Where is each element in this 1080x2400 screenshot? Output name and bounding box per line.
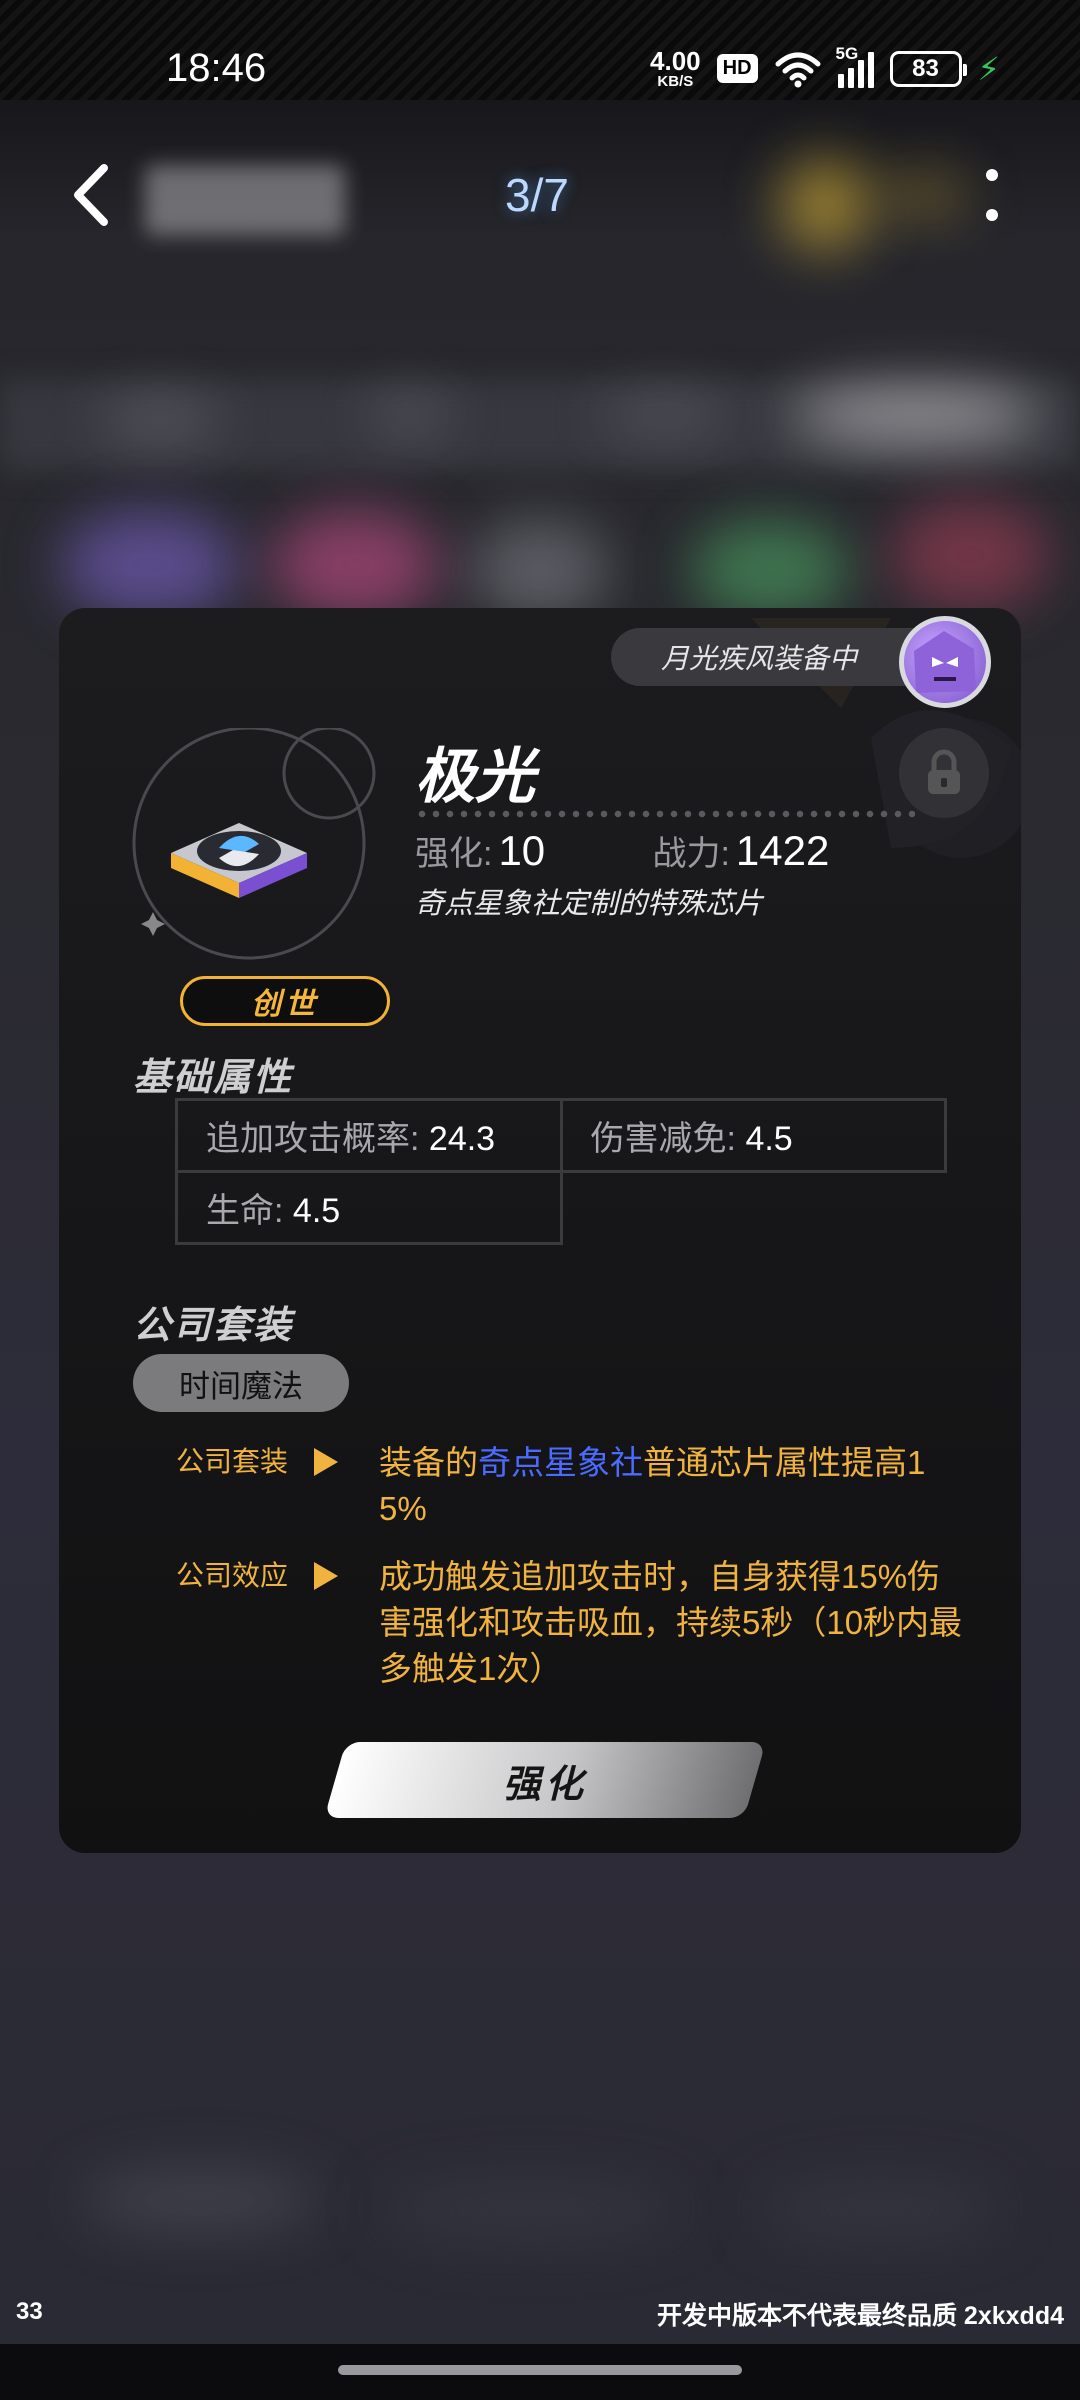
more-dot [986, 169, 998, 181]
home-indicator[interactable] [338, 2365, 742, 2375]
character-avatar[interactable] [899, 616, 991, 708]
dev-watermark: 开发中版本不代表最终品质 2xkxdd4 [656, 2302, 1064, 2330]
fps-counter: 33 [16, 2298, 43, 2325]
play-arrow-icon [314, 1562, 338, 1590]
lock-icon [928, 749, 960, 794]
rarity-badge: 创世 [180, 976, 390, 1026]
net-speed-unit: KB/S [657, 73, 694, 90]
dotted-divider [415, 810, 915, 818]
effect-highlight: 奇点星象社 [478, 1444, 643, 1481]
more-dot [986, 209, 998, 221]
wifi-icon [775, 52, 821, 87]
effect-text-part: 装备的 [379, 1444, 478, 1481]
set-name-pill: 时间魔法 [133, 1354, 349, 1412]
attribute-label: 追加攻击概率: [206, 1120, 420, 1158]
equipped-by-label: 月光疾风装备中 [611, 628, 921, 686]
play-arrow-icon [314, 1448, 338, 1476]
status-time: 18:46 [166, 46, 267, 90]
chip-description: 奇点星象社定制的特殊芯片 [415, 888, 764, 920]
chip-image [132, 728, 376, 960]
chip-name: 极光 [415, 743, 535, 810]
attribute-value: 4.5 [745, 1120, 793, 1158]
power-label: 战力: [652, 835, 730, 873]
enhance-button-label: 强化 [502, 1763, 587, 1806]
charging-icon: ⚡ [977, 50, 1000, 87]
enhance-level-label: 强化: [415, 835, 493, 873]
status-bar: 18:46 4.00 KB/S HD 5G 83 ⚡ [0, 0, 1080, 100]
lock-button[interactable] [899, 728, 989, 818]
attribute-label: 伤害减免: [590, 1120, 736, 1158]
empty-cell [561, 1172, 945, 1244]
chevron-left-icon [74, 164, 108, 226]
net-speed: 4.00 KB/S [650, 48, 701, 89]
chip-stats: 强化: 10 战力: 1422 [415, 826, 975, 875]
base-attributes-table: 追加攻击概率: 24.3 伤害减免: 4.5 生命: 4.5 [175, 1098, 948, 1245]
hd-icon: HD [716, 54, 758, 83]
attribute-cell: 生命: 4.5 [175, 1170, 563, 1245]
page-indicator: 3/7 [505, 169, 569, 221]
battery-icon: 83 [889, 50, 967, 87]
attribute-cell: 追加攻击概率: 24.3 [175, 1098, 563, 1173]
character-face-icon [914, 631, 976, 693]
effect-text: 成功触发追加攻击时，自身获得15%伤害强化和攻击吸血，持续5秒（10秒内最多触发… [379, 1558, 963, 1687]
enhance-button[interactable]: 强化 [324, 1742, 766, 1818]
blurred-header-title [145, 165, 345, 235]
attribute-label: 生命: [206, 1192, 284, 1230]
attribute-value: 4.5 [292, 1192, 341, 1230]
company-set-title: 公司套装 [133, 1305, 294, 1347]
power-value: 1422 [735, 827, 830, 874]
signal-label: 5G [835, 43, 859, 63]
base-attributes-title: 基础属性 [133, 1057, 294, 1099]
attribute-value: 24.3 [428, 1120, 496, 1158]
effect-text: 装备的奇点星象社普通芯片属性提高15% [379, 1440, 971, 1532]
chip-detail-card: 月光疾风装备中 创世 极光 强化: 10 战力: 1422 奇点星象社定制的特殊… [59, 608, 1021, 1853]
attribute-cell: 伤害减免: 4.5 [559, 1098, 948, 1173]
effect-label: 公司效应 [176, 1560, 289, 1591]
enhance-level-value: 10 [498, 827, 546, 874]
net-speed-value: 4.00 [650, 46, 701, 76]
more-options-button[interactable] [980, 165, 1004, 225]
effect-label: 公司套装 [176, 1446, 289, 1477]
back-button[interactable] [62, 160, 122, 230]
status-icons: 4.00 KB/S HD 5G 83 ⚡ [650, 44, 1000, 90]
signal-icon: 5G [836, 44, 874, 88]
